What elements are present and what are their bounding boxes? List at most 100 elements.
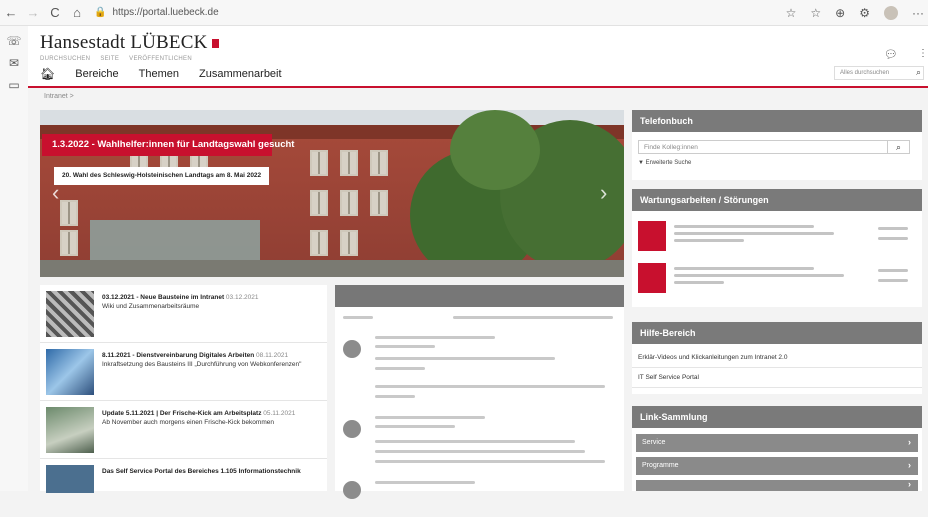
blurred-text — [878, 227, 908, 230]
link-collection-title: Link-Sammlung — [632, 406, 922, 428]
news-title: Update 5.11.2021 | Der Frische-Kick am A… — [102, 410, 262, 417]
news-thumbnail — [46, 349, 94, 395]
advanced-search-link[interactable]: ▼ Erweiterte Suche — [638, 160, 691, 166]
avatar — [343, 481, 361, 499]
ribbon-publish[interactable]: VERÖFFENTLICHEN — [129, 56, 192, 62]
link-collection-panel: Link-Sammlung Service › Programme › › — [632, 406, 922, 491]
site-logo[interactable]: Hansestadt LÜBECK — [40, 32, 219, 54]
chat-icon[interactable]: ✉ — [0, 56, 28, 70]
blurred-text — [375, 367, 425, 370]
collections-icon[interactable]: ⊕ — [835, 6, 845, 20]
activity-feed — [335, 285, 624, 499]
forward-button[interactable]: → — [22, 5, 44, 20]
extension-icon[interactable]: ⚙ — [859, 6, 870, 20]
chat-bubble-icon[interactable]: 💬︎ — [884, 48, 898, 61]
list-item[interactable]: Das Self Service Portal des Bereiches 1.… — [40, 459, 327, 517]
hero-window — [60, 230, 78, 256]
hero-window — [370, 150, 388, 176]
hero-carousel[interactable]: ‹ › 1.3.2022 - Wahlhelfer:innen für Land… — [40, 110, 624, 277]
blurred-text — [453, 316, 613, 319]
reload-button[interactable]: C — [44, 5, 66, 20]
link-programme-label: Programme — [642, 462, 679, 469]
news-thumbnail — [46, 407, 94, 453]
blurred-text — [878, 279, 908, 282]
news-thumbnail — [46, 291, 94, 337]
news-teaser: Inkraftsetzung des Bausteins III „Durchf… — [102, 361, 302, 368]
logo-mark — [211, 39, 219, 49]
blurred-text — [674, 239, 744, 242]
hero-headline[interactable]: 1.3.2022 - Wahlhelfer:innen für Landtags… — [42, 134, 294, 156]
link-more[interactable]: › — [636, 479, 918, 491]
blurred-text — [375, 395, 415, 398]
chevron-right-icon: › — [908, 460, 911, 470]
blurred-text — [878, 237, 908, 240]
news-title: Das Self Service Portal des Bereiches 1.… — [102, 468, 301, 475]
carousel-next-icon[interactable]: › — [600, 180, 607, 206]
maintenance-badge — [638, 221, 666, 251]
hero-subline: 20. Wahl des Schleswig-Holsteinischen La… — [54, 167, 269, 185]
news-title: 8.11.2021 - Dienstvereinbarung Digitales… — [102, 352, 255, 359]
hero-ground — [40, 260, 624, 277]
phonebook-search-input[interactable]: Finde Kolleg:innen — [638, 140, 888, 154]
phonebook-search-button[interactable]: ⌕ — [888, 140, 910, 154]
filter-icon: ▼ — [638, 160, 644, 166]
blurred-text — [674, 267, 814, 270]
nav-bereiche[interactable]: Bereiche — [75, 68, 118, 80]
page: Hansestadt LÜBECK DURCHSUCHEN SEITE VERÖ… — [28, 26, 928, 499]
phonebook-panel: Telefonbuch Finde Kolleg:innen ⌕ ▼ Erwei… — [632, 110, 922, 180]
news-teaser: Wiki und Zusammenarbeitsräume — [102, 303, 200, 310]
hero-window — [310, 190, 328, 216]
list-item[interactable]: Update 5.11.2021 | Der Frische-Kick am A… — [40, 401, 327, 459]
list-item[interactable]: 03.12.2021 - Neue Bausteine im Intranet … — [40, 285, 327, 343]
news-date: 08.11.2021 — [256, 352, 289, 359]
site-search-input[interactable]: Alles durchsuchen ⌕ — [834, 66, 924, 80]
news-text: 8.11.2021 - Dienstvereinbarung Digitales… — [102, 351, 322, 369]
hero-tree — [450, 110, 540, 190]
maintenance-item[interactable] — [638, 263, 918, 293]
help-link-self-service[interactable]: IT Self Service Portal — [632, 368, 922, 388]
list-item[interactable]: 8.11.2021 - Dienstvereinbarung Digitales… — [40, 343, 327, 401]
blurred-text — [878, 269, 908, 272]
address-bar[interactable]: 🔒 https://portal.luebeck.de — [94, 7, 219, 18]
nav-themen[interactable]: Themen — [139, 68, 179, 80]
read-aloud-icon[interactable]: ☆ — [786, 6, 797, 20]
browser-sidebar: ☏ ✉ ▭ — [0, 26, 28, 491]
blurred-text — [674, 281, 724, 284]
activity-feed-header — [335, 285, 624, 307]
maintenance-title: Wartungsarbeiten / Störungen — [632, 189, 922, 211]
back-button[interactable]: ← — [0, 5, 22, 20]
profile-avatar[interactable] — [884, 6, 898, 20]
news-list: 03.12.2021 - Neue Bausteine im Intranet … — [40, 285, 327, 493]
favorite-icon[interactable]: ☆ — [810, 6, 821, 20]
ribbon-browse[interactable]: DURCHSUCHEN — [40, 56, 90, 62]
blurred-text — [375, 481, 475, 484]
link-service[interactable]: Service › — [636, 434, 918, 452]
settings-icon[interactable]: ⋮ — [918, 48, 928, 59]
help-panel: Hilfe-Bereich Erklär-Videos und Klickanl… — [632, 322, 922, 394]
search-icon[interactable]: ⌕ — [916, 67, 921, 78]
maintenance-badge — [638, 263, 666, 293]
breadcrumb[interactable]: Intranet > — [44, 93, 74, 100]
maintenance-item[interactable] — [638, 221, 918, 251]
blurred-text — [375, 440, 575, 443]
hero-window — [340, 190, 358, 216]
more-icon[interactable]: ··· — [912, 6, 924, 20]
help-link-videos[interactable]: Erklär-Videos und Klickanleitungen zum I… — [632, 348, 922, 368]
link-programme[interactable]: Programme › — [636, 457, 918, 475]
phone-icon[interactable]: ☏ — [0, 34, 28, 48]
ribbon-page[interactable]: SEITE — [100, 56, 119, 62]
blurred-text — [343, 316, 373, 319]
home-button[interactable]: ⌂ — [66, 5, 88, 20]
hero-window — [340, 230, 358, 256]
advanced-search-label: Erweiterte Suche — [645, 160, 692, 166]
site-search-placeholder: Alles durchsuchen — [840, 70, 890, 76]
nav-zusammenarbeit[interactable]: Zusammenarbeit — [199, 68, 282, 80]
home-icon[interactable]: 🏠︎ — [40, 67, 55, 81]
screen-icon[interactable]: ▭ — [0, 78, 28, 92]
chevron-right-icon: › — [908, 437, 911, 447]
help-title: Hilfe-Bereich — [632, 322, 922, 344]
phonebook-title: Telefonbuch — [632, 110, 922, 132]
lock-icon: 🔒 — [94, 7, 107, 18]
search-icon: ⌕ — [895, 142, 902, 152]
site-header: Hansestadt LÜBECK DURCHSUCHEN SEITE VERÖ… — [28, 26, 928, 88]
